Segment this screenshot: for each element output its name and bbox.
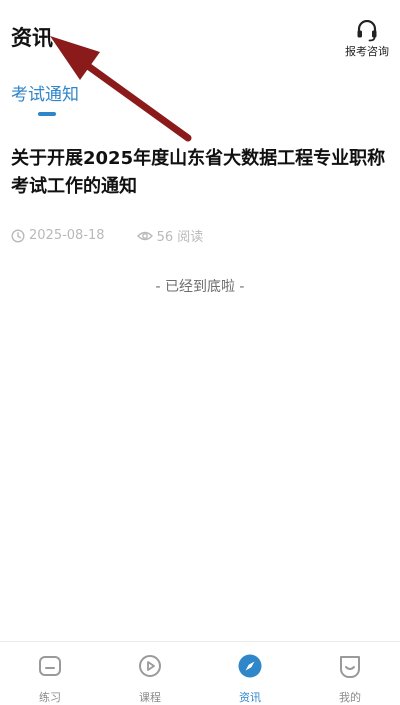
consult-button[interactable]: 报考咨询 [344,20,390,59]
article-views: 56 阅读 [136,226,204,245]
page-title: 资讯 [11,26,53,50]
article-item[interactable]: 关于开展2025年度山东省大数据工程专业职称考试工作的通知 2025-08-18… [11,145,391,245]
article-meta: 2025-08-18 56 阅读 [11,226,391,245]
tabbar-item-practice[interactable]: 练习 [0,642,100,704]
profile-icon [340,656,360,678]
bottom-tabbar: 练习 课程 资讯 我的 [0,641,400,704]
consult-label: 报考咨询 [345,45,389,58]
tabbar-item-news[interactable]: 资讯 [200,642,300,704]
tabs: 考试通知 [11,80,79,116]
header: 资讯 报考咨询 [0,0,400,70]
article-title[interactable]: 关于开展2025年度山东省大数据工程专业职称考试工作的通知 [11,145,391,201]
article-views-text: 56 阅读 [156,230,204,245]
article-date: 2025-08-18 [11,228,105,243]
tabbar-label-course: 课程 [139,691,161,704]
tab-indicator [38,112,56,116]
tabbar-label-news: 资讯 [239,691,261,704]
compass-icon [238,654,262,678]
eye-icon [136,231,153,240]
tabbar-item-course[interactable]: 课程 [100,642,200,704]
play-icon [139,655,161,677]
tabbar-label-mine: 我的 [339,691,361,704]
list-end-text: - 已经到底啦 - [155,279,245,295]
headset-icon [357,20,377,42]
practice-icon [39,656,61,676]
clock-icon [11,228,25,243]
tabbar-label-practice: 练习 [39,691,61,704]
tab-exam-notice[interactable]: 考试通知 [11,80,79,105]
article-date-text: 2025-08-18 [29,228,105,243]
tabbar-item-mine[interactable]: 我的 [300,642,400,704]
